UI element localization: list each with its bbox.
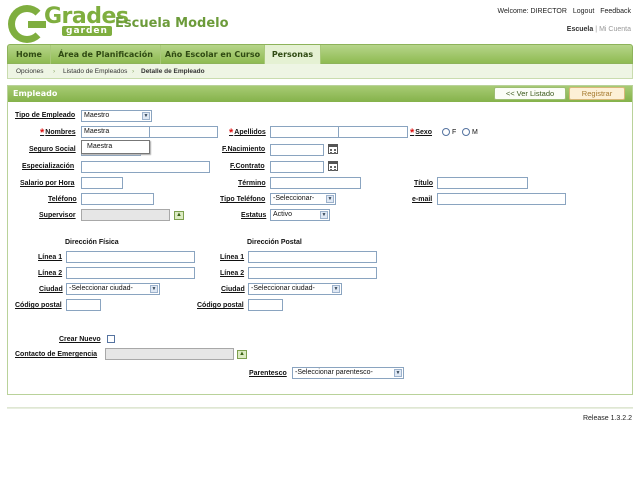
breadcrumb-listado[interactable]: Listado de Empleados xyxy=(63,64,127,79)
logout-link[interactable]: Logout xyxy=(573,8,594,15)
sexo-f-radio[interactable] xyxy=(442,128,450,136)
registrar-button[interactable]: Registrar xyxy=(569,87,625,100)
especializacion-label: Especialización xyxy=(22,163,75,170)
f-contrato-input[interactable] xyxy=(270,161,324,173)
apellidos-label: *Apellidos xyxy=(229,127,266,139)
breadcrumb-separator-icon: › xyxy=(132,68,135,75)
fisica-codigo-postal-label: Código postal xyxy=(15,302,62,309)
estatus-label: Estatus xyxy=(241,212,267,219)
fisica-linea2-label: Línea 2 xyxy=(38,270,63,277)
f-nacimiento-label: F.Nacimiento xyxy=(222,146,266,153)
fisica-linea1-label: Línea 1 xyxy=(38,254,63,261)
required-mark: * xyxy=(40,127,45,139)
feedback-link[interactable]: Feedback xyxy=(600,8,631,15)
salario-label: Salario por Hora xyxy=(20,180,75,187)
panel-title: Empleado xyxy=(13,89,58,98)
postal-linea1-input[interactable] xyxy=(248,251,377,263)
calendar-icon[interactable] xyxy=(328,161,338,171)
top-links: Welcome: DIRECTOR Logout Feedback xyxy=(494,8,631,15)
chevron-down-icon: ▼ xyxy=(326,195,334,203)
calendar-icon[interactable] xyxy=(328,144,338,154)
supervisor-lookup-button[interactable]: ▲ xyxy=(174,211,184,220)
fisica-codigo-postal-input[interactable] xyxy=(66,299,101,311)
postal-linea2-input[interactable] xyxy=(248,267,377,279)
fisica-linea2-input[interactable] xyxy=(66,267,195,279)
postal-codigo-postal-label: Código postal xyxy=(197,302,244,309)
postal-linea2-label: Línea 2 xyxy=(220,270,245,277)
tipo-telefono-label: Tipo Teléfono xyxy=(220,196,266,203)
seguro-social-label: Seguro Social xyxy=(29,146,76,153)
direccion-postal-title: Dirección Postal xyxy=(247,239,302,246)
especializacion-input[interactable] xyxy=(81,161,210,173)
titulo-input[interactable] xyxy=(437,177,528,189)
crear-nuevo-checkbox[interactable] xyxy=(107,335,115,343)
direccion-fisica-title: Dirección Física xyxy=(65,239,119,246)
apellidos-input-2[interactable] xyxy=(338,126,408,138)
school-switcher: Escuela | Mi Cuenta xyxy=(566,26,631,33)
tab-ano-escolar[interactable]: Año Escolar en Curso xyxy=(161,45,265,64)
postal-linea1-label: Línea 1 xyxy=(220,254,245,261)
school-current-link[interactable]: Escuela xyxy=(567,26,593,33)
titulo-label: Título xyxy=(414,180,434,187)
tab-personas[interactable]: Personas xyxy=(265,45,321,64)
breadcrumb-detalle: Detalle de Empleado xyxy=(141,68,205,75)
email-label: e-mail xyxy=(412,196,433,203)
postal-ciudad-label: Ciudad xyxy=(221,286,245,293)
f-nacimiento-input[interactable] xyxy=(270,144,324,156)
welcome-text: Welcome: DIRECTOR xyxy=(497,8,567,15)
tab-home[interactable]: Home xyxy=(8,45,51,64)
termino-label: Término xyxy=(238,180,266,187)
school-name: Escuela Modelo xyxy=(115,16,229,31)
tab-area-planificacion[interactable]: Área de Planificación xyxy=(51,45,161,64)
sexo-label: *Sexo xyxy=(410,127,433,139)
apellidos-input[interactable] xyxy=(270,126,339,138)
parentesco-label: Parentesco xyxy=(249,370,287,377)
chevron-down-icon: ▼ xyxy=(320,211,328,219)
logo-sub-text: garden xyxy=(62,26,112,36)
breadcrumb-opciones[interactable]: Opciones xyxy=(16,64,43,79)
telefono-input[interactable] xyxy=(81,193,154,205)
required-mark: * xyxy=(229,127,234,139)
mi-cuenta-link[interactable]: Mi Cuenta xyxy=(599,26,631,33)
sexo-m-radio[interactable] xyxy=(462,128,470,136)
nombres-label: *Nombres xyxy=(40,127,76,139)
ver-listado-button[interactable]: << Ver Listado xyxy=(494,87,566,100)
email-input[interactable] xyxy=(437,193,566,205)
salario-input[interactable] xyxy=(81,177,123,189)
tipo-empleado-select[interactable]: Maestro ▼ xyxy=(81,110,152,122)
main-nav: Home Área de Planificación Año Escolar e… xyxy=(7,44,633,64)
fisica-ciudad-select[interactable]: -Seleccionar ciudad- ▼ xyxy=(66,283,160,295)
chevron-down-icon: ▼ xyxy=(142,112,150,120)
contacto-emergencia-input xyxy=(105,348,234,360)
parentesco-select[interactable]: -Seleccionar parentesco- ▼ xyxy=(292,367,404,379)
footer-divider xyxy=(7,407,633,409)
contacto-emergencia-label: Contacto de Emergencia xyxy=(15,351,98,358)
contacto-lookup-button[interactable]: ▲ xyxy=(237,350,247,359)
breadcrumb-separator-icon: › xyxy=(53,68,56,75)
chevron-down-icon: ▼ xyxy=(394,369,402,377)
nombres-input[interactable]: Maestra xyxy=(81,126,150,138)
postal-codigo-postal-input[interactable] xyxy=(248,299,283,311)
chevron-down-icon: ▼ xyxy=(150,285,158,293)
supervisor-input xyxy=(81,209,170,221)
sexo-f-label: F xyxy=(452,129,457,136)
estatus-select[interactable]: Activo ▼ xyxy=(270,209,330,221)
termino-input[interactable] xyxy=(270,177,361,189)
f-contrato-label: F.Contrato xyxy=(230,163,265,170)
tipo-empleado-label: Tipo de Empleado xyxy=(15,112,76,119)
nombres-input-2[interactable] xyxy=(149,126,218,138)
release-version: Release 1.3.2.2 xyxy=(582,415,632,422)
required-mark: * xyxy=(410,127,415,139)
nombres-autocomplete-option[interactable]: Maestra xyxy=(81,140,150,154)
supervisor-label: Supervisor xyxy=(39,212,76,219)
fisica-linea1-input[interactable] xyxy=(66,251,195,263)
fisica-ciudad-label: Ciudad xyxy=(39,286,63,293)
tipo-telefono-select[interactable]: -Seleccionar- ▼ xyxy=(270,193,336,205)
chevron-down-icon: ▼ xyxy=(332,285,340,293)
postal-ciudad-select[interactable]: -Seleccionar ciudad- ▼ xyxy=(248,283,342,295)
breadcrumb: Opciones › Listado de Empleados › Detall… xyxy=(7,64,633,79)
crear-nuevo-label: Crear Nuevo xyxy=(59,336,101,343)
telefono-label: Teléfono xyxy=(48,196,77,203)
sexo-m-label: M xyxy=(472,129,478,136)
